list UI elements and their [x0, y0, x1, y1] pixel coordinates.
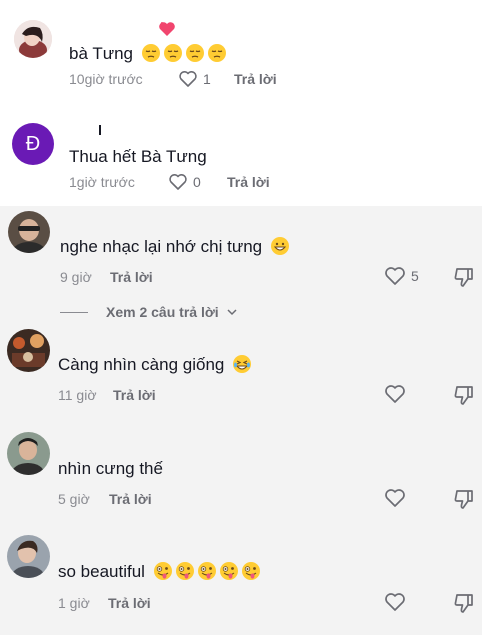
avatar[interactable] — [7, 535, 50, 578]
zany-emoji-icon — [153, 562, 172, 580]
comment-time: 5 giờ — [58, 491, 90, 507]
reply-button[interactable]: Trả lời — [234, 70, 277, 88]
thumbs-down-icon — [454, 594, 473, 613]
heart-outline-icon — [385, 489, 405, 507]
avatar[interactable] — [8, 211, 50, 253]
heart-sticker-icon — [158, 21, 176, 42]
zany-emoji-icon — [197, 562, 216, 580]
like-button[interactable] — [384, 488, 411, 508]
like-button[interactable] — [384, 384, 411, 404]
dislike-button[interactable] — [453, 266, 475, 293]
avatar[interactable] — [7, 329, 50, 372]
laughing-emoji-icon — [233, 355, 252, 373]
reply-button[interactable]: Trả lời — [109, 490, 152, 508]
pensive-emoji-icon — [141, 44, 160, 62]
like-button[interactable]: 0 — [168, 173, 201, 191]
comment-time: 9 giờ — [60, 269, 92, 285]
comment-text: so beautiful — [58, 561, 260, 583]
comment-text: Thua hết Bà Tưng — [69, 147, 207, 166]
comment-time: 10giờ trước — [69, 71, 143, 87]
heart-outline-icon — [385, 593, 405, 611]
comment-text: bà Tưng — [69, 43, 226, 65]
like-button[interactable] — [384, 592, 411, 612]
heart-outline-icon — [385, 267, 405, 285]
thumbs-down-icon — [454, 268, 473, 287]
reply-button[interactable]: Trả lời — [113, 386, 156, 404]
zany-emoji-icon — [175, 562, 194, 580]
comment-text: Càng nhìn càng giống — [58, 354, 252, 376]
heart-outline-icon — [179, 71, 197, 87]
avatar-letter: Đ — [25, 132, 41, 155]
dislike-button[interactable] — [453, 384, 475, 411]
like-button[interactable]: 1 — [178, 70, 211, 88]
view-replies-button[interactable]: Xem 2 câu trả lời — [60, 304, 237, 320]
like-count: 5 — [411, 268, 419, 284]
divider-line — [60, 311, 88, 313]
author-fragment — [99, 125, 101, 135]
zany-emoji-icon — [241, 562, 260, 580]
reply-button[interactable]: Trả lời — [108, 594, 151, 612]
reply-button[interactable]: Trả lời — [110, 268, 153, 286]
avatar[interactable] — [7, 432, 50, 475]
comment-time: 1 giờ — [58, 595, 90, 611]
zany-emoji-icon — [219, 562, 238, 580]
comment-text: nhìn cưng thế — [58, 459, 163, 478]
comment-time: 11 giờ — [58, 387, 97, 403]
chevron-down-icon — [227, 308, 237, 315]
thumbs-down-icon — [454, 386, 473, 405]
dislike-button[interactable] — [453, 592, 475, 619]
avatar[interactable] — [14, 20, 52, 58]
heart-outline-icon — [385, 385, 405, 403]
comment-time: 1giờ trước — [69, 174, 135, 190]
pensive-emoji-icon — [163, 44, 182, 62]
pensive-emoji-icon — [207, 44, 226, 62]
pensive-emoji-icon — [185, 44, 204, 62]
like-count: 1 — [203, 71, 211, 87]
thumbs-down-icon — [454, 490, 473, 509]
dislike-button[interactable] — [453, 488, 475, 515]
heart-outline-icon — [169, 174, 187, 190]
grin-emoji-icon — [270, 237, 289, 255]
like-count: 0 — [193, 174, 201, 190]
view-replies-label: Xem 2 câu trả lời — [106, 304, 219, 320]
avatar[interactable]: Đ — [12, 123, 54, 165]
like-button[interactable]: 5 — [384, 266, 419, 286]
reply-button[interactable]: Trả lời — [227, 173, 270, 191]
comment-text: nghe nhạc lại nhớ chị tưng — [60, 236, 289, 258]
